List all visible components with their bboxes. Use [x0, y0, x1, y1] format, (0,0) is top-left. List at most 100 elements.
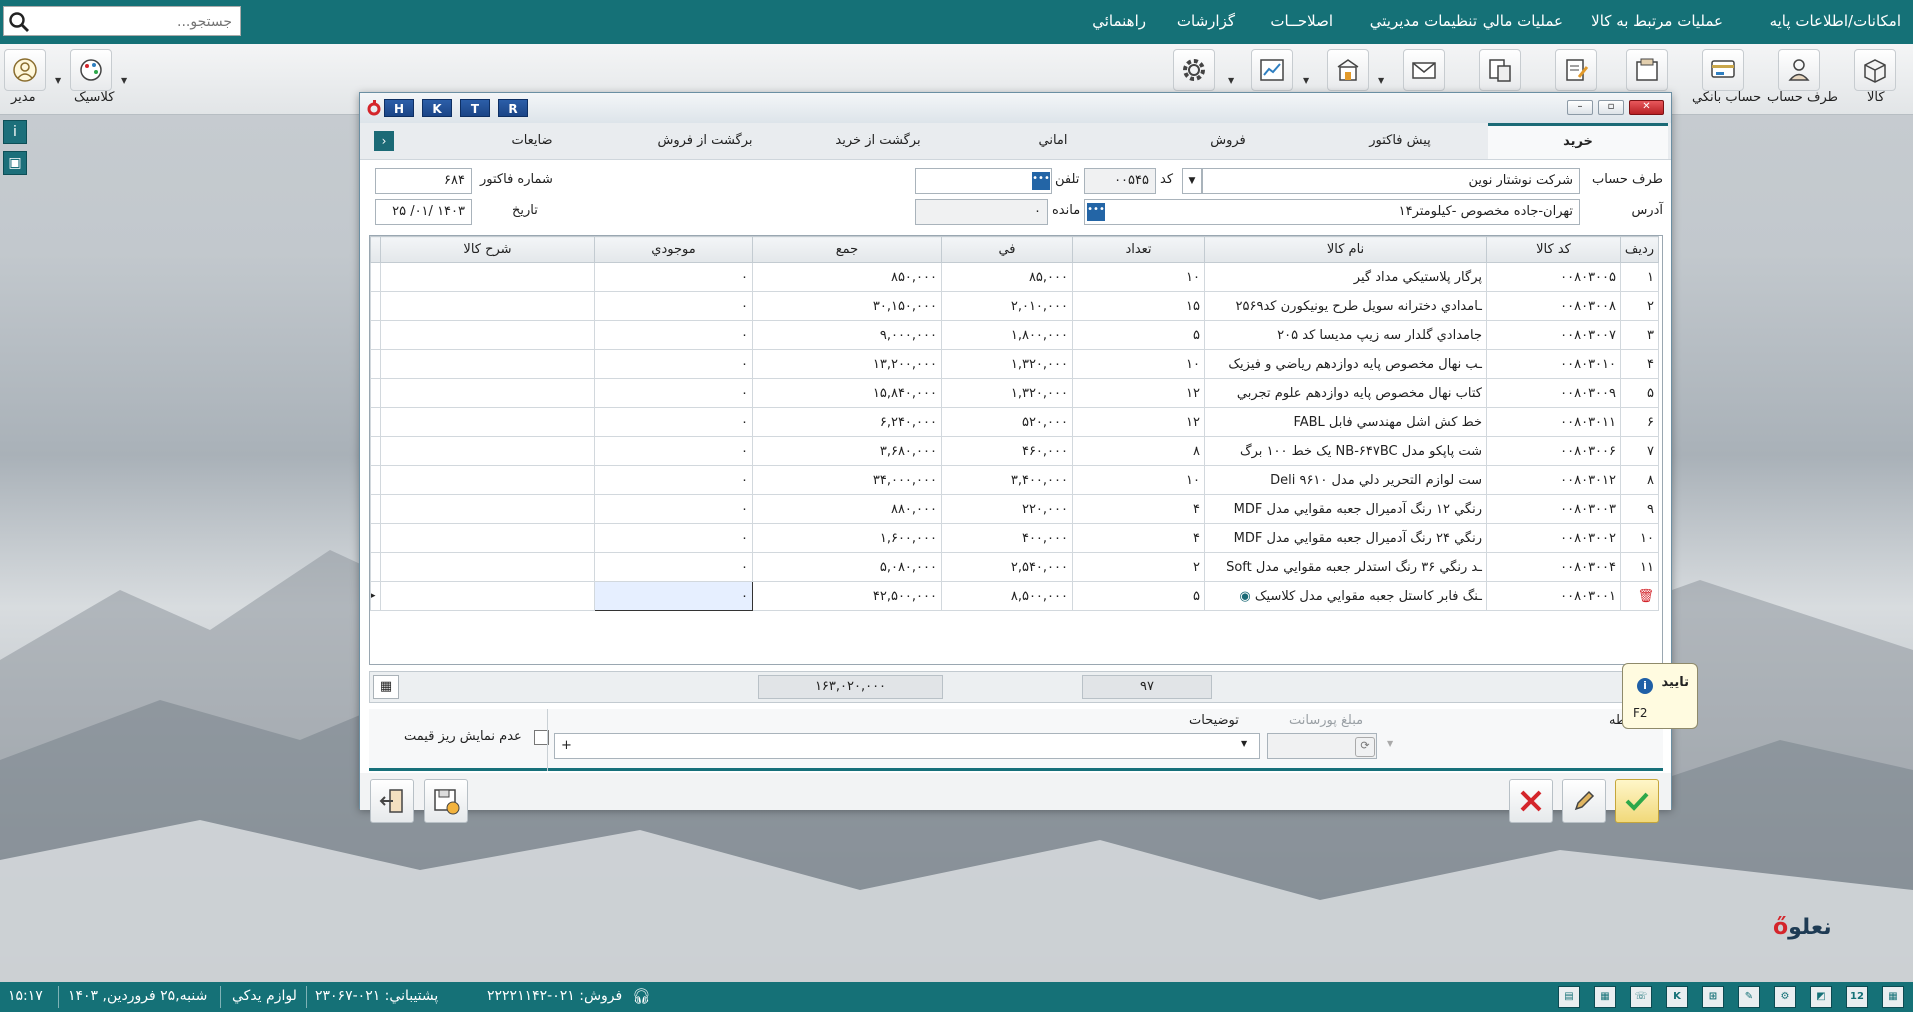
menu-basics[interactable]: امکانات/اطلاعات پايه [1770, 12, 1901, 30]
table-row[interactable]: ۰ ۱۳,۲۰۰,۰۰۰ ۱,۳۲۰,۰۰۰ ۱۰ ـب نهال مخصوص پايه… [370, 349, 1659, 379]
cell-quantity[interactable]: ۱۰ [1072, 262, 1205, 292]
cell-stock[interactable]: ۰ [594, 523, 753, 553]
table-row[interactable]: ۰ ۹,۰۰۰,۰۰۰ ۱,۸۰۰,۰۰۰ ۵ جامدادي گلدار سه زيپ… [370, 320, 1659, 350]
bank-account-button[interactable] [1702, 49, 1744, 91]
refresh-icon[interactable]: ⟳ [1355, 737, 1375, 757]
status-icon-5[interactable]: ⊞ [1702, 986, 1724, 1008]
cell-stock[interactable]: ۰ [594, 552, 753, 582]
col-product-name[interactable]: نام کالا [1204, 236, 1487, 263]
contacts-icon[interactable]: ▣ [3, 151, 27, 175]
menu-admin-settings[interactable]: تنظيمات مديريتي [1370, 12, 1477, 30]
status-icon-6[interactable]: ✎ [1738, 986, 1760, 1008]
cell-row-number[interactable]: ۲ [1620, 291, 1659, 321]
phone-lookup-button[interactable]: ••• [1032, 172, 1050, 190]
maximize-button[interactable]: ▫ [1598, 100, 1624, 115]
cell-row-number[interactable]: ۹ [1620, 494, 1659, 524]
cell-total[interactable]: ۶,۲۴۰,۰۰۰ [752, 407, 942, 437]
dropdown-arrow-icon[interactable]: ▼ [121, 76, 127, 85]
cell-product-code[interactable]: ۰۰۸۰۳۰۱۲ [1486, 465, 1621, 495]
view-eye-icon[interactable]: ◉ [1239, 589, 1250, 604]
cell-total[interactable]: ۸۵۰,۰۰۰ [752, 262, 942, 292]
cancel-button[interactable] [1509, 779, 1553, 823]
cell-description[interactable] [380, 436, 595, 466]
cell-total[interactable]: ۴۲,۵۰۰,۰۰۰ [752, 581, 942, 611]
description-field[interactable]: + [554, 733, 1260, 759]
cell-price[interactable]: ۲,۵۴۰,۰۰۰ [941, 552, 1073, 582]
table-row[interactable]: ۰ ۶,۲۴۰,۰۰۰ ۵۲۰,۰۰۰ ۱۲ خط کش اشل مهندسي فابل… [370, 407, 1659, 437]
edit-button[interactable] [1562, 779, 1606, 823]
account-party-button[interactable] [1778, 49, 1820, 91]
cell-row-number[interactable]: 🗑︎ [1620, 581, 1659, 611]
hotkey-t-button[interactable]: T [460, 99, 490, 117]
row-indicator[interactable] [370, 436, 381, 466]
dropdown-arrow-icon[interactable]: ▼ [1378, 76, 1384, 85]
dropdown-arrow-icon[interactable]: ▼ [1228, 76, 1234, 85]
tab-proforma[interactable]: پيش فاکتور [1310, 123, 1490, 159]
table-row[interactable]: ۰ ۸۸۰,۰۰۰ ۲۲۰,۰۰۰ ۴ رنگي ۱۲ رنگ آدميرال جعبه… [370, 494, 1659, 524]
minimize-button[interactable]: – [1567, 100, 1593, 115]
description-dropdown-arrow-icon[interactable]: ▼ [1241, 739, 1247, 748]
cell-stock[interactable]: ۰ [594, 378, 753, 408]
table-row[interactable]: ۰ ۳,۶۸۰,۰۰۰ ۴۶۰,۰۰۰ ۸ شت پاپکو مدل NB-۶۴۷BC … [370, 436, 1659, 466]
date-field[interactable]: ۱۴۰۳ /۰۱/ ۲۵ [375, 199, 472, 225]
partial-dropdown-arrow-icon[interactable]: ▼ [1387, 739, 1393, 748]
cell-price[interactable]: ۱,۳۲۰,۰۰۰ [941, 378, 1073, 408]
cell-product-name[interactable]: کتاب نهال مخصوص پايه دوازدهم علوم تجربي [1204, 378, 1487, 408]
cell-quantity[interactable]: ۱۰ [1072, 349, 1205, 379]
close-window-button[interactable]: ✕ [1629, 100, 1664, 115]
col-description[interactable]: شرح کالا [380, 236, 595, 263]
table-row[interactable]: ۰ ۵,۰۸۰,۰۰۰ ۲,۵۴۰,۰۰۰ ۲ ـد رنگي ۳۶ رنگ استدل… [370, 552, 1659, 582]
account-dropdown-arrow-icon[interactable]: ▼ [1182, 168, 1202, 194]
cell-total[interactable]: ۳,۶۸۰,۰۰۰ [752, 436, 942, 466]
cell-description[interactable] [380, 378, 595, 408]
cell-product-code[interactable]: ۰۰۸۰۳۰۱۱ [1486, 407, 1621, 437]
menu-help[interactable]: راهنمائي [1092, 12, 1146, 30]
tool-button-4[interactable] [1626, 49, 1668, 91]
dropdown-arrow-icon[interactable]: ▼ [1303, 76, 1309, 85]
row-indicator[interactable] [370, 349, 381, 379]
address-field[interactable]: تهران-جاده مخصوص -کيلومتر۱۴ [1084, 199, 1580, 225]
cell-price[interactable]: ۲۲۰,۰۰۰ [941, 494, 1073, 524]
cell-price[interactable]: ۱,۳۲۰,۰۰۰ [941, 349, 1073, 379]
cell-row-number[interactable]: ۱۱ [1620, 552, 1659, 582]
status-icon-10[interactable]: ▦ [1882, 986, 1904, 1008]
cell-description[interactable] [380, 291, 595, 321]
account-field[interactable]: شرکت نوشتار نوين [1202, 168, 1580, 194]
cell-price[interactable]: ۳,۴۰۰,۰۰۰ [941, 465, 1073, 495]
tab-consignment[interactable]: اماني [963, 123, 1143, 159]
status-icon-k[interactable]: K [1666, 986, 1688, 1008]
cell-product-code[interactable]: ۰۰۸۰۳۰۰۳ [1486, 494, 1621, 524]
table-row[interactable]: ۰ ۱,۶۰۰,۰۰۰ ۴۰۰,۰۰۰ ۴ رنگي ۲۴ رنگ آدميرال جع… [370, 523, 1659, 553]
cell-row-number[interactable]: ۵ [1620, 378, 1659, 408]
cell-product-name[interactable]: ـب نهال مخصوص پايه دوازدهم رياضي و فيزيک [1204, 349, 1487, 379]
exit-button[interactable] [370, 779, 414, 823]
row-indicator[interactable] [370, 552, 381, 582]
cell-price[interactable]: ۸,۵۰۰,۰۰۰ [941, 581, 1073, 611]
cell-quantity[interactable]: ۱۰ [1072, 465, 1205, 495]
cell-description[interactable] [380, 494, 595, 524]
goods-button[interactable] [1854, 49, 1896, 91]
cell-total[interactable]: ۵,۰۸۰,۰۰۰ [752, 552, 942, 582]
cell-product-code[interactable]: ۰۰۸۰۳۰۰۵ [1486, 262, 1621, 292]
row-indicator[interactable] [370, 465, 381, 495]
col-product-code[interactable]: کد کالا [1486, 236, 1621, 263]
cell-total[interactable]: ۱۳,۲۰۰,۰۰۰ [752, 349, 942, 379]
cell-description[interactable] [380, 407, 595, 437]
tab-sale-return[interactable]: برگشت از فروش [615, 123, 795, 159]
cell-product-name[interactable]: ـد رنگي ۳۶ رنگ استدلر جعبه مقوايي مدل So… [1204, 552, 1487, 582]
tab-purchase[interactable]: خريد [1488, 123, 1668, 159]
settings-button[interactable] [1173, 49, 1215, 91]
cell-product-code[interactable]: ۰۰۸۰۳۰۱۰ [1486, 349, 1621, 379]
confirm-button[interactable] [1615, 779, 1659, 823]
cell-product-code[interactable]: ۰۰۸۰۳۰۰۲ [1486, 523, 1621, 553]
cell-stock[interactable]: ۰ [594, 494, 753, 524]
tool-button-8[interactable] [1327, 49, 1369, 91]
cell-product-code[interactable]: ۰۰۸۰۳۰۰۶ [1486, 436, 1621, 466]
cell-quantity[interactable]: ۴ [1072, 523, 1205, 553]
cell-total[interactable]: ۸۸۰,۰۰۰ [752, 494, 942, 524]
grid-settings-icon[interactable]: ▦ [373, 675, 399, 699]
cell-description[interactable] [380, 552, 595, 582]
tool-button-6[interactable] [1479, 49, 1521, 91]
cell-row-number[interactable]: ۴ [1620, 349, 1659, 379]
cell-row-number[interactable]: ۶ [1620, 407, 1659, 437]
